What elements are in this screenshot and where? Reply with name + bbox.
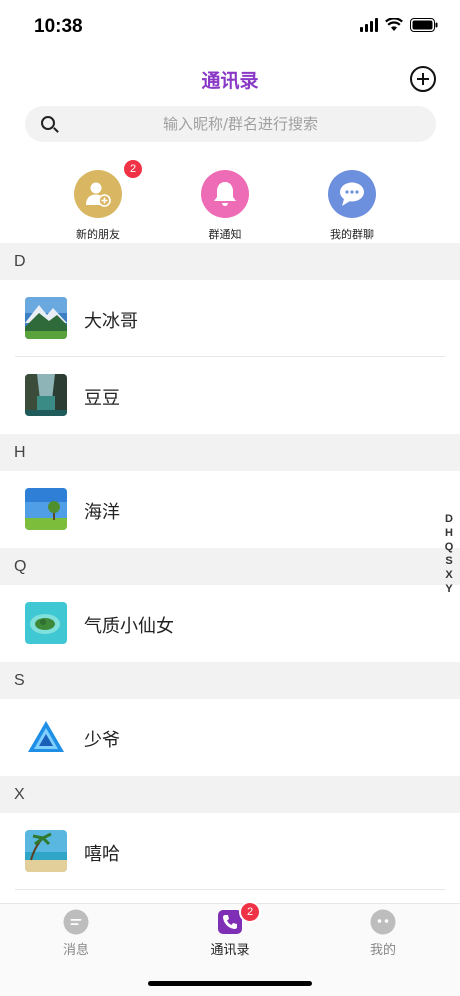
contact-name: 海洋 [84, 502, 120, 523]
contact-name: 豆豆 [84, 388, 120, 409]
signal-icon [360, 18, 378, 32]
contact-row[interactable]: 大冰哥 [0, 280, 460, 357]
search-bar[interactable] [25, 106, 436, 142]
avatar [25, 488, 67, 530]
contact-row[interactable]: 豆豆 [0, 357, 460, 434]
chat-bubble-icon [328, 170, 376, 218]
new-friends-badge: 2 [122, 158, 144, 180]
wifi-icon [385, 18, 403, 31]
tab-profile[interactable]: 我的 [323, 909, 443, 958]
profile-face-icon [370, 909, 396, 935]
alphabet-index[interactable]: D H Q S X Y [442, 512, 456, 596]
quick-actions: 2 新的朋友 群通知 我的群聊 [0, 158, 460, 242]
contact-list: D 大冰哥 豆豆 H 海洋 Q 气质小仙女 S 少爷 X 嘻哈 [0, 243, 460, 890]
index-letter[interactable]: D [442, 512, 456, 526]
nav-bar: 通讯录 [0, 56, 460, 100]
index-letter[interactable]: X [442, 568, 456, 582]
message-icon [63, 909, 89, 935]
tab-label: 通讯录 [210, 943, 250, 958]
status-bar: 10:38 [0, 0, 460, 54]
avatar [25, 716, 67, 758]
index-letter[interactable]: Y [442, 582, 456, 596]
add-friend-icon: 2 [74, 158, 144, 218]
home-indicator[interactable] [148, 981, 312, 986]
page-title: 通讯录 [201, 70, 259, 92]
contact-row[interactable]: 海洋 [0, 471, 460, 548]
battery-icon [410, 18, 438, 32]
contact-row[interactable]: 嘻哈 [0, 813, 460, 890]
my-groups-label: 我的群聊 [330, 228, 374, 241]
group-notice-label: 群通知 [208, 228, 242, 241]
section-header-s: S [0, 662, 460, 699]
status-time: 10:38 [34, 16, 83, 37]
avatar [25, 830, 67, 872]
add-contact-button[interactable] [410, 66, 436, 92]
index-letter[interactable]: H [442, 526, 456, 540]
my-groups-button[interactable]: 我的群聊 [302, 170, 402, 242]
section-header-d: D [0, 243, 460, 280]
avatar [25, 374, 67, 416]
new-friends-label: 新的朋友 [76, 228, 120, 241]
contact-name: 嘻哈 [84, 844, 120, 865]
search-input[interactable] [25, 106, 436, 142]
contacts-phone-icon: 2 [217, 901, 261, 935]
tab-messages[interactable]: 消息 [16, 909, 136, 958]
contact-name: 大冰哥 [84, 311, 138, 332]
contact-row[interactable]: 少爷 [0, 699, 460, 776]
contact-row[interactable]: 气质小仙女 [0, 585, 460, 662]
contact-name: 气质小仙女 [84, 616, 174, 637]
section-header-q: Q [0, 548, 460, 585]
tab-contacts[interactable]: 2 通讯录 [170, 901, 290, 958]
avatar [25, 602, 67, 644]
bell-icon [201, 170, 249, 218]
group-notice-button[interactable]: 群通知 [175, 170, 275, 242]
contact-name: 少爷 [84, 730, 120, 751]
section-header-x: X [0, 776, 460, 813]
new-friends-button[interactable]: 2 新的朋友 [48, 158, 148, 242]
divider [15, 889, 445, 890]
section-header-h: H [0, 434, 460, 471]
index-letter[interactable]: Q [442, 540, 456, 554]
status-icons [360, 18, 438, 32]
index-letter[interactable]: S [442, 554, 456, 568]
tab-label: 我的 [369, 943, 396, 958]
contacts-badge: 2 [239, 901, 261, 923]
avatar [25, 297, 67, 339]
tab-label: 消息 [62, 943, 89, 958]
